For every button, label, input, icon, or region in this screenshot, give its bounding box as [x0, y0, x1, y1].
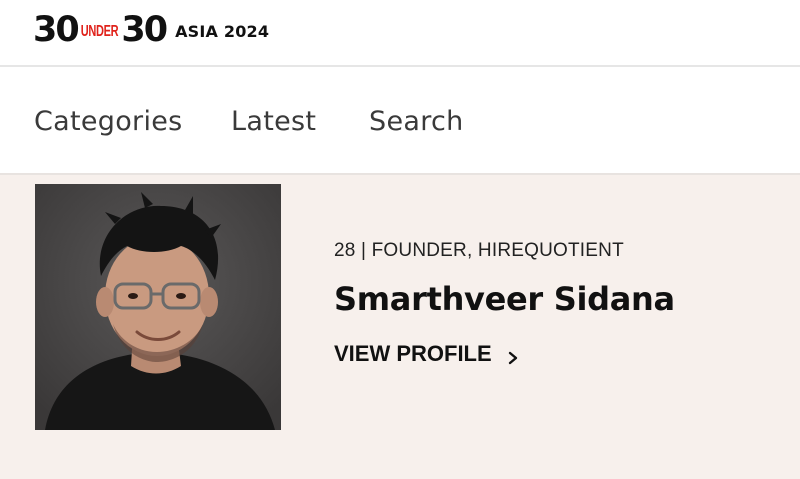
- main-nav: Categories Latest Search: [0, 67, 800, 175]
- view-profile-link[interactable]: VIEW PROFILE: [334, 341, 520, 367]
- profile-photo[interactable]: [35, 184, 281, 430]
- profile-card: 28 | FOUNDER, HIREQUOTIENT Smarthveer Si…: [0, 175, 800, 479]
- logo-thirty-left: 30: [33, 10, 80, 50]
- site-logo[interactable]: 30 UNDER 30 ASIA 2024: [33, 12, 269, 48]
- profile-name[interactable]: Smarthveer Sidana: [334, 280, 675, 318]
- logo-edition: ASIA 2024: [175, 21, 270, 41]
- logo-under: UNDER: [80, 23, 119, 41]
- nav-item-latest[interactable]: Latest: [231, 106, 316, 137]
- chevron-right-icon: [506, 346, 520, 365]
- nav-item-categories[interactable]: Categories: [34, 106, 183, 137]
- profile-meta: 28 | FOUNDER, HIREQUOTIENT: [334, 240, 624, 261]
- logo-thirty-right: 30: [121, 10, 168, 50]
- view-profile-label: VIEW PROFILE: [334, 341, 492, 366]
- nav-item-search[interactable]: Search: [369, 106, 464, 137]
- person-portrait-icon: [35, 184, 281, 430]
- site-header: 30 UNDER 30 ASIA 2024: [0, 0, 800, 67]
